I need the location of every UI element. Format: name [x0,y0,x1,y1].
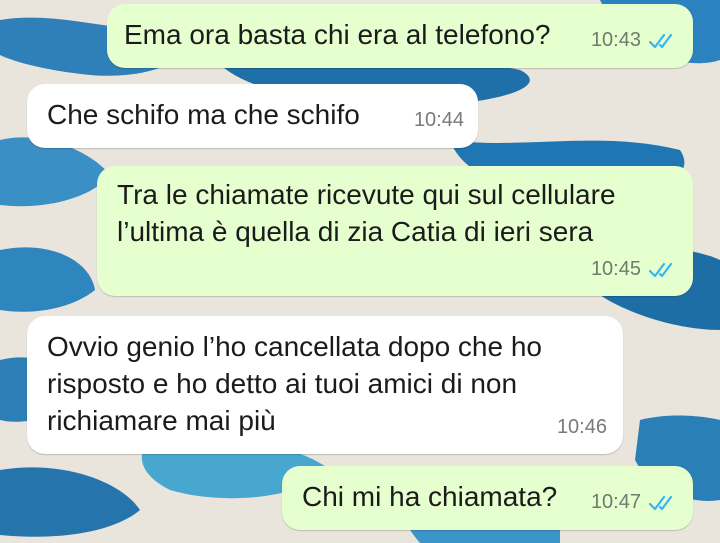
message-text: Ema ora basta chi era al telefono? [124,19,551,50]
message-meta: 10:44 [414,102,464,139]
message-bubble-outgoing[interactable]: Chi mi ha chiamata? 10:47 [282,466,693,530]
message-meta: 10:45 [591,251,677,288]
message-time: 10:45 [590,258,641,280]
message-meta: 10:46 [557,409,607,446]
message-time: 10:44 [413,109,464,131]
message-bubble-outgoing[interactable]: Ema ora basta chi era al telefono? 10:43 [107,4,693,68]
message-text: Ovvio genio l’ho cancellata dopo che ho … [47,331,543,436]
message-meta: 10:43 [591,22,677,59]
message-bubble-incoming[interactable]: Ovvio genio l’ho cancellata dopo che ho … [27,316,623,454]
read-receipt-icon [649,262,673,277]
message-time: 10:46 [556,416,607,438]
message-bubble-incoming[interactable]: Che schifo ma che schifo 10:44 [27,84,478,148]
message-time: 10:43 [590,29,641,51]
read-receipt-icon [649,495,673,510]
message-meta: 10:47 [591,484,677,521]
read-receipt-icon [649,33,673,48]
message-text: Chi mi ha chiamata? [302,481,558,512]
message-text: Che schifo ma che schifo [47,99,360,130]
message-time: 10:47 [590,491,641,513]
message-text: Tra le chiamate ricevute qui sul cellula… [117,179,616,247]
message-bubble-outgoing[interactable]: Tra le chiamate ricevute qui sul cellula… [97,166,693,296]
